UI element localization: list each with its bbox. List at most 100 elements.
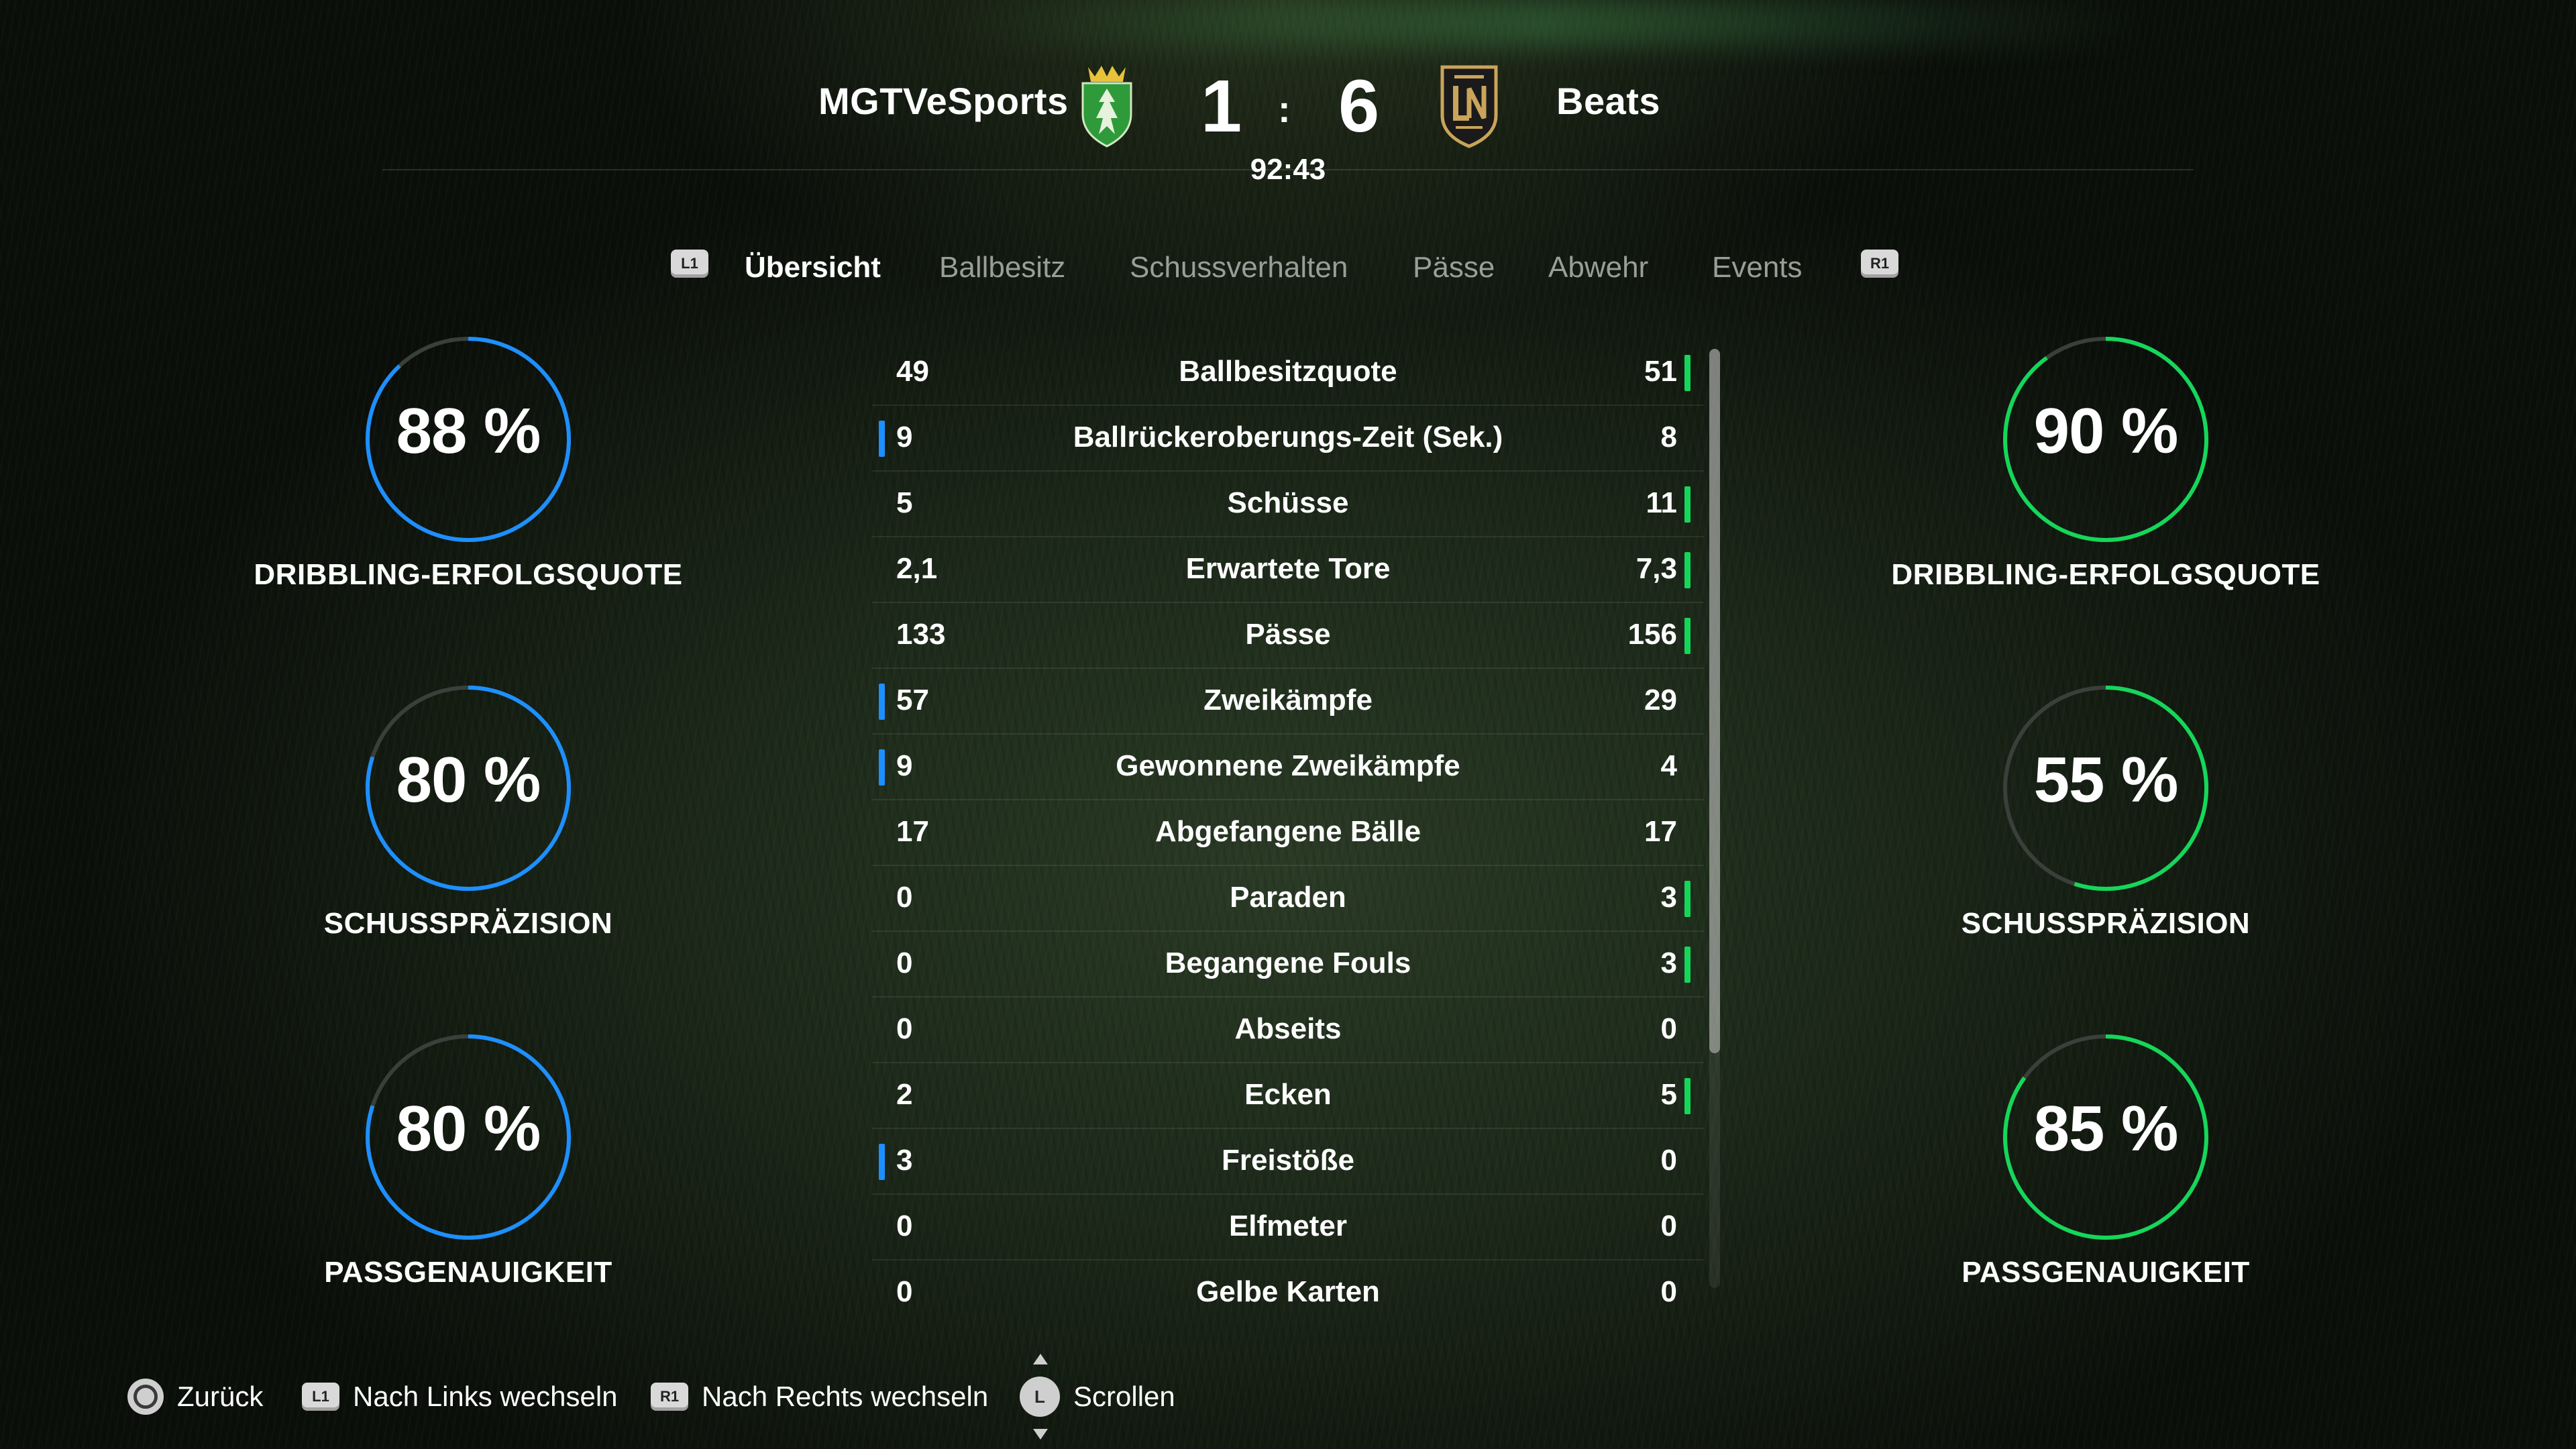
back-hint[interactable]: Zurück xyxy=(127,1377,263,1417)
r1-button-icon[interactable]: R1 xyxy=(1861,250,1898,278)
stat-name: Begangene Fouls xyxy=(1165,947,1411,979)
r1-button-icon: R1 xyxy=(651,1383,688,1411)
stat-name: Abgefangene Bälle xyxy=(1155,815,1421,848)
stat-row: 9 Gewonnene Zweikämpfe 4 xyxy=(872,733,1704,800)
stat-row: 0 Begangene Fouls 3 xyxy=(872,930,1704,998)
switch-right-label: Nach Rechts wechseln xyxy=(702,1381,989,1412)
stick-letter: L xyxy=(1034,1386,1045,1407)
stat-home-value: 57 xyxy=(896,684,929,716)
stat-row: 49 Ballbesitzquote 51 xyxy=(872,339,1704,406)
stat-home-value: 0 xyxy=(896,947,913,979)
stat-row: 0 Elfmeter 0 xyxy=(872,1193,1704,1260)
stat-home-value: 5 xyxy=(896,486,913,519)
stat-away-value: 7,3 xyxy=(1635,552,1677,585)
switch-left-label: Nach Links wechseln xyxy=(353,1381,618,1412)
stat-away-value: 8 xyxy=(1660,421,1677,453)
home-crest-icon xyxy=(1081,66,1132,148)
scroll-label: Scrollen xyxy=(1073,1381,1175,1412)
home-score: 1 xyxy=(1201,65,1242,148)
home-leader-marker xyxy=(879,749,885,786)
tab-abwehr[interactable]: Abwehr xyxy=(1548,251,1648,284)
stat-home-value: 0 xyxy=(896,1210,913,1242)
away-ring-shooting: 55 % xyxy=(2002,684,2210,892)
away-leader-marker xyxy=(1684,618,1690,654)
left-stick-icon: L xyxy=(1020,1354,1060,1440)
l1-button-icon[interactable]: L1 xyxy=(671,250,708,278)
stat-home-value: 0 xyxy=(896,881,913,914)
stat-row: 17 Abgefangene Bälle 17 xyxy=(872,799,1704,866)
stat-home-value: 9 xyxy=(896,421,913,453)
stat-name: Zweikämpfe xyxy=(1203,684,1373,716)
tab-ballbesitz[interactable]: Ballbesitz xyxy=(939,251,1065,284)
stat-away-value: 0 xyxy=(1660,1144,1677,1177)
stat-home-value: 49 xyxy=(896,355,929,388)
stat-home-value: 0 xyxy=(896,1275,913,1308)
stats-tab-bar: L1 Übersicht Ballbesitz Schussverhalten … xyxy=(671,247,1905,287)
stat-away-value: 51 xyxy=(1644,355,1677,388)
ring-value: 85 % xyxy=(2033,1093,2179,1165)
stat-away-value: 3 xyxy=(1660,881,1677,914)
stat-row: 0 Paraden 3 xyxy=(872,865,1704,932)
tab-paesse[interactable]: Pässe xyxy=(1413,251,1495,284)
stat-row: 0 Abseits 0 xyxy=(872,996,1704,1063)
tab-uebersicht[interactable]: Übersicht xyxy=(745,251,881,284)
stat-row: 0 Gelbe Karten 0 xyxy=(872,1259,1704,1318)
stat-name: Paraden xyxy=(1230,881,1346,914)
away-ring-dribbling: 90 % xyxy=(2002,335,2210,543)
ring-value: 90 % xyxy=(2033,395,2179,467)
stat-row: 9 Ballrückeroberungs-Zeit (Sek.) 8 xyxy=(872,405,1704,472)
home-ring-passing: 80 % xyxy=(364,1033,572,1241)
stats-table[interactable]: 49 Ballbesitzquote 51 9 Ballrückeroberungs-Z… xyxy=(872,339,1704,1318)
away-team-name: Beats xyxy=(1556,80,1661,122)
back-label: Zurück xyxy=(177,1381,264,1412)
switch-right-hint[interactable]: R1 Nach Rechts wechseln xyxy=(651,1377,988,1417)
stat-home-value: 2,1 xyxy=(896,552,938,585)
stat-name: Gewonnene Zweikämpfe xyxy=(1116,749,1460,782)
scroll-hint[interactable]: L Scrollen xyxy=(1020,1354,1175,1440)
scrollbar-thumb[interactable] xyxy=(1709,349,1720,1053)
stat-away-value: 156 xyxy=(1627,618,1677,651)
l1-button-icon: L1 xyxy=(302,1383,339,1411)
stat-name: Gelbe Karten xyxy=(1196,1275,1380,1308)
away-ring-passing: 85 % xyxy=(2002,1033,2210,1241)
stat-home-value: 0 xyxy=(896,1012,913,1045)
stat-away-value: 29 xyxy=(1644,684,1677,716)
top-glow xyxy=(939,0,2147,47)
away-leader-marker xyxy=(1684,552,1690,588)
stat-row: 3 Freistöße 0 xyxy=(872,1128,1704,1195)
stat-name: Erwartete Tore xyxy=(1185,552,1391,585)
arrow-down-icon xyxy=(1033,1429,1048,1440)
stat-away-value: 11 xyxy=(1646,486,1677,519)
away-leader-marker xyxy=(1684,486,1690,523)
away-score: 6 xyxy=(1338,65,1380,148)
stat-name: Ballrückeroberungs-Zeit (Sek.) xyxy=(1073,421,1503,453)
home-ring-label-dribbling: DRIBBLING-ERFOLGSQUOTE xyxy=(254,558,683,591)
stat-away-value: 0 xyxy=(1660,1012,1677,1045)
stat-home-value: 9 xyxy=(896,749,913,782)
home-ring-label-passing: PASSGENAUIGKEIT xyxy=(324,1256,612,1289)
stat-away-value: 0 xyxy=(1660,1275,1677,1308)
switch-left-hint[interactable]: L1 Nach Links wechseln xyxy=(302,1377,618,1417)
home-leader-marker xyxy=(879,421,885,457)
stat-away-value: 3 xyxy=(1660,947,1677,979)
stat-name: Elfmeter xyxy=(1228,1210,1348,1242)
away-ring-label-dribbling: DRIBBLING-ERFOLGSQUOTE xyxy=(1891,558,2320,591)
ring-value: 88 % xyxy=(396,395,541,467)
stat-away-value: 17 xyxy=(1644,815,1677,848)
ring-value: 80 % xyxy=(396,1093,541,1165)
away-leader-marker xyxy=(1684,1078,1690,1114)
home-ring-shooting: 80 % xyxy=(364,684,572,892)
tab-events[interactable]: Events xyxy=(1712,251,1803,284)
tab-schussverhalten[interactable]: Schussverhalten xyxy=(1130,251,1348,284)
button-hints-bar: Zurück L1 Nach Links wechseln R1 Nach Re… xyxy=(127,1354,1268,1440)
stat-away-value: 5 xyxy=(1660,1078,1677,1111)
stat-row: 2 Ecken 5 xyxy=(872,1062,1704,1129)
away-ring-label-passing: PASSGENAUIGKEIT xyxy=(1962,1256,2250,1289)
home-ring-dribbling: 88 % xyxy=(364,335,572,543)
stat-row: 57 Zweikämpfe 29 xyxy=(872,667,1704,735)
ring-value: 80 % xyxy=(396,744,541,816)
arrow-up-icon xyxy=(1033,1354,1048,1364)
stat-name: Schüsse xyxy=(1227,486,1349,519)
stat-home-value: 133 xyxy=(896,618,946,651)
home-ring-label-shooting: SCHUSSPRÄZISION xyxy=(323,907,613,940)
